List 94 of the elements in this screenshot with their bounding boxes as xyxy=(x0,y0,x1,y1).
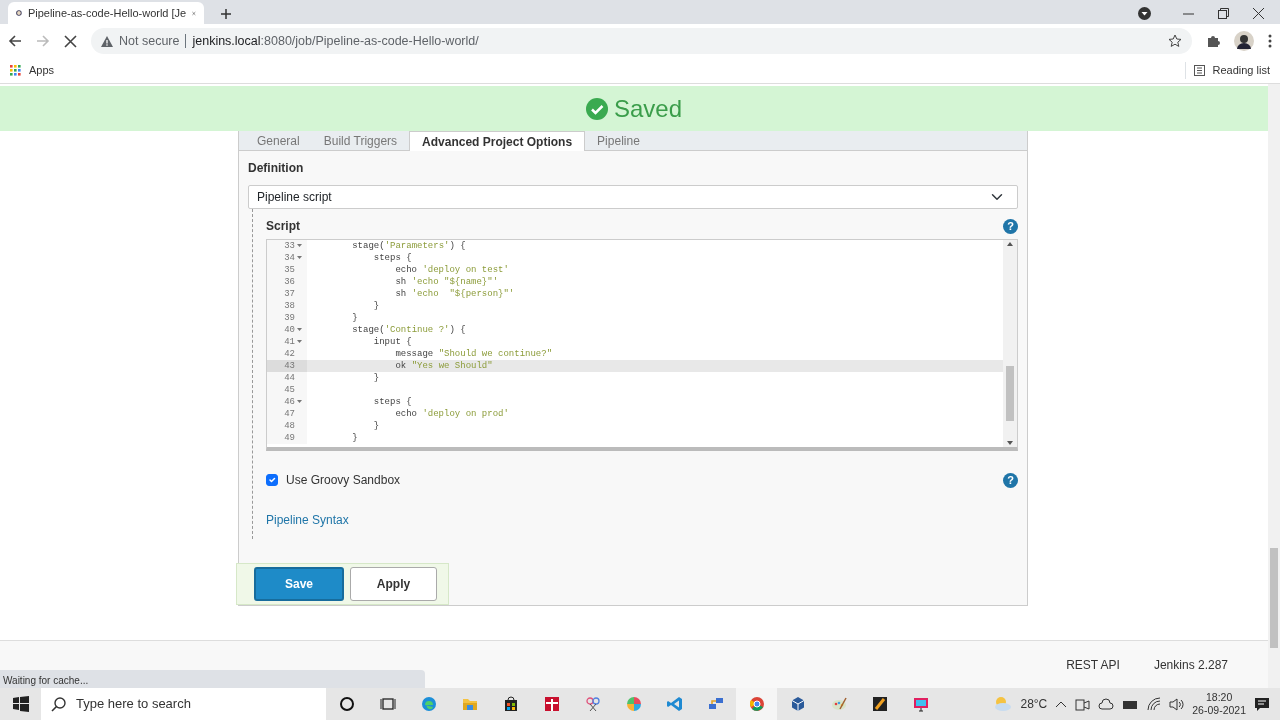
code-line: sh 'echo "${person}"' xyxy=(394,288,515,300)
script-label: Script xyxy=(266,218,300,235)
fold-icon[interactable] xyxy=(297,399,302,403)
fold-icon[interactable] xyxy=(297,339,302,343)
menu-icon[interactable] xyxy=(1268,34,1272,48)
back-icon[interactable] xyxy=(8,34,22,48)
code-line: sh 'echo "${name}"' xyxy=(394,276,499,288)
reading-list-button[interactable]: Reading list xyxy=(1184,62,1270,79)
puzzle-icon[interactable] xyxy=(1206,34,1220,48)
sandbox-label: Use Groovy Sandbox xyxy=(286,472,401,489)
help-icon[interactable]: ? xyxy=(1003,218,1018,234)
code-line: echo 'deploy on test' xyxy=(394,264,509,276)
cloud-icon[interactable] xyxy=(1098,696,1115,712)
status-text: Waiting for cache... xyxy=(0,670,425,688)
code-line: message "Should we continue?" xyxy=(394,348,553,360)
security-label: Not secure xyxy=(119,32,180,50)
line-number: 33 xyxy=(284,240,295,252)
list-icon xyxy=(1193,65,1205,76)
line-number: 49 xyxy=(284,432,295,444)
check-circle-icon xyxy=(585,97,608,120)
search-field[interactable]: Type here to search xyxy=(41,688,326,720)
code-line: } xyxy=(372,372,380,384)
definition-select[interactable]: Pipeline script xyxy=(248,185,1018,209)
code-line: stage('Parameters') { xyxy=(351,240,466,252)
saved-banner: Saved xyxy=(0,86,1268,131)
line-number: 46 xyxy=(284,396,295,408)
config-tab[interactable]: General xyxy=(245,131,312,151)
page-scrollbar[interactable] xyxy=(1268,84,1280,688)
line-number: 44 xyxy=(284,372,295,384)
line-number: 36 xyxy=(284,276,295,288)
code-line: steps { xyxy=(372,252,412,264)
line-number: 35 xyxy=(284,264,295,276)
date-text: 26-09-2021 xyxy=(1192,704,1246,717)
line-number: 42 xyxy=(284,348,295,360)
new-tab-icon[interactable] xyxy=(220,8,232,20)
search-icon xyxy=(51,696,66,712)
line-number: 38 xyxy=(284,300,295,312)
code-line: ok "Yes we Should" xyxy=(394,360,493,372)
weather-text: 28°C xyxy=(1020,696,1048,713)
footer-link[interactable]: REST API xyxy=(1066,655,1120,674)
scroll-thumb[interactable] xyxy=(1006,366,1014,421)
line-number: 39 xyxy=(284,312,295,324)
code-line: input { xyxy=(372,336,412,348)
fold-icon[interactable] xyxy=(297,243,302,247)
close-icon[interactable] xyxy=(1253,8,1264,19)
definition-label: Definition xyxy=(248,160,304,177)
fold-icon[interactable] xyxy=(297,255,302,259)
config-tab[interactable]: Pipeline xyxy=(585,131,652,151)
profile-dropdown-icon[interactable] xyxy=(1138,7,1151,20)
code-line: stage('Continue ?') { xyxy=(351,324,466,336)
config-tab[interactable]: Build Triggers xyxy=(311,131,410,151)
scroll-thumb[interactable] xyxy=(1270,548,1278,648)
code-line: } xyxy=(351,432,358,444)
line-number: 43 xyxy=(284,360,295,372)
line-number: 41 xyxy=(284,336,295,348)
bookmark-item[interactable]: Apps xyxy=(10,62,55,79)
browser-tab[interactable]: Pipeline-as-code-Hello-world [Je xyxy=(8,2,204,24)
footer-link[interactable]: Jenkins 2.287 xyxy=(1153,655,1228,674)
apps-icon xyxy=(10,65,21,76)
code-line: steps { xyxy=(372,396,412,408)
warning-icon xyxy=(101,35,113,47)
url-text: jenkins.local:8080/job/Pipeline-as-code-Hello-world/ xyxy=(192,32,479,50)
code-line: } xyxy=(372,300,380,312)
speaker-icon[interactable] xyxy=(1169,696,1185,712)
notification-icon[interactable] xyxy=(1254,696,1270,712)
camera-icon[interactable] xyxy=(1075,696,1091,712)
wifi-icon[interactable] xyxy=(1146,696,1162,712)
pipeline-syntax-link[interactable]: Pipeline Syntax xyxy=(266,511,349,539)
code-line: echo 'deploy on prod' xyxy=(394,408,509,420)
fold-icon[interactable] xyxy=(297,327,302,331)
help-icon[interactable]: ? xyxy=(1003,472,1018,488)
address-bar[interactable]: Not secure jenkins.local:8080/job/Pipeline-as-code-Hello-world/ xyxy=(91,28,1192,54)
time-text: 18:20 xyxy=(1205,691,1234,704)
line-number: 47 xyxy=(284,408,295,420)
browser-icon[interactable] xyxy=(736,688,777,720)
chevron-up-icon[interactable] xyxy=(1055,700,1068,708)
code-line: } xyxy=(351,312,358,324)
line-number: 37 xyxy=(284,288,295,300)
code-line: } xyxy=(372,420,380,432)
save-button[interactable]: Save xyxy=(254,567,344,601)
editor-scrollbar[interactable] xyxy=(1003,240,1017,447)
line-number: 40 xyxy=(284,324,295,336)
sandbox-checkbox[interactable] xyxy=(266,474,278,486)
restore-icon[interactable] xyxy=(1218,8,1229,19)
stop-icon[interactable] xyxy=(64,34,77,48)
line-number: 34 xyxy=(284,252,295,264)
line-number: 45 xyxy=(284,384,295,396)
avatar-icon[interactable] xyxy=(1234,31,1254,51)
star-icon[interactable] xyxy=(1168,34,1182,48)
apply-button[interactable]: Apply xyxy=(350,567,437,601)
line-number: 48 xyxy=(284,420,295,432)
config-tab[interactable]: Advanced Project Options xyxy=(409,131,586,151)
scroll-up-icon[interactable] xyxy=(1007,242,1013,246)
scroll-down-icon[interactable] xyxy=(1007,441,1013,445)
